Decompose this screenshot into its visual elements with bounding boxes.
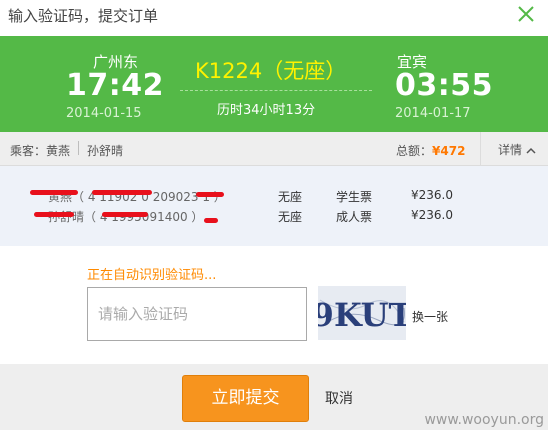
total-amount: 总额：¥472 — [396, 142, 465, 159]
ticket-price: ¥236.0 — [411, 208, 453, 222]
passenger-label: 乘客：黄燕 — [10, 144, 71, 158]
dialog-title: 输入验证码，提交订单 — [8, 7, 159, 25]
ticket-list: 黄燕（ 4 11902 0 209023 1 ） 无座 学生票 ¥236.0 孙… — [0, 166, 548, 246]
seat-type: 无座 — [278, 190, 303, 204]
train-number: K1224（无座） — [195, 59, 347, 83]
ticket-price: ¥236.0 — [411, 188, 453, 202]
close-icon[interactable] — [514, 2, 538, 26]
redaction-mark — [204, 218, 218, 223]
train-banner: 广州东 17:42 2014-01-15 K1224（无座） 历时34小时13分… — [0, 36, 548, 132]
redaction-mark — [92, 190, 152, 195]
separator — [78, 141, 79, 155]
chevron-up-icon — [526, 147, 536, 154]
captcha-image-graphic: 9KUT — [312, 286, 413, 340]
redaction-mark — [196, 192, 224, 197]
total-value: ¥472 — [432, 144, 466, 158]
detail-label: 详情 — [498, 143, 523, 157]
captcha-input[interactable] — [87, 287, 307, 341]
captcha-text: 9KUT — [318, 296, 406, 334]
redaction-mark — [30, 190, 78, 195]
dialog-titlebar: 输入验证码，提交订单 — [0, 0, 548, 36]
ticket-row: 黄燕（ 4 11902 0 209023 1 ） 无座 学生票 ¥236.0 — [0, 188, 548, 208]
ticket-row: 孙舒晴（ 4 1995091400 ） 无座 成人票 ¥236.0 — [0, 208, 548, 228]
dialog-footer: 立即提交 取消 www.wooyun.org — [0, 364, 548, 430]
captcha-status: 正在自动识别验证码... — [87, 268, 217, 283]
redaction-mark — [34, 212, 74, 217]
arrive-date: 2014-01-17 — [395, 106, 471, 121]
route-divider — [180, 90, 372, 91]
trip-duration: 历时34小时13分 — [217, 103, 316, 118]
passenger-name: 孙舒晴 — [87, 144, 124, 158]
depart-date: 2014-01-15 — [66, 106, 142, 121]
redaction-mark — [102, 212, 148, 217]
captcha-image[interactable]: 9KUT — [312, 286, 413, 340]
depart-time: 17:42 — [66, 68, 164, 103]
ticket-type: 成人票 — [336, 210, 373, 224]
ticket-type: 学生票 — [336, 190, 373, 204]
cancel-button[interactable]: 取消 — [325, 388, 353, 408]
total-label: 总额： — [396, 144, 433, 158]
separator — [480, 132, 481, 165]
arrive-time: 03:55 — [395, 68, 493, 103]
submit-button[interactable]: 立即提交 — [182, 375, 309, 422]
seat-type: 无座 — [278, 210, 303, 224]
passenger-summary-bar: 乘客：黄燕 孙舒晴 总额：¥472 详情 — [0, 132, 548, 166]
watermark: www.wooyun.org — [424, 412, 544, 428]
detail-toggle[interactable]: 详情 — [498, 141, 536, 158]
refresh-captcha-link[interactable]: 换一张 — [412, 308, 448, 325]
